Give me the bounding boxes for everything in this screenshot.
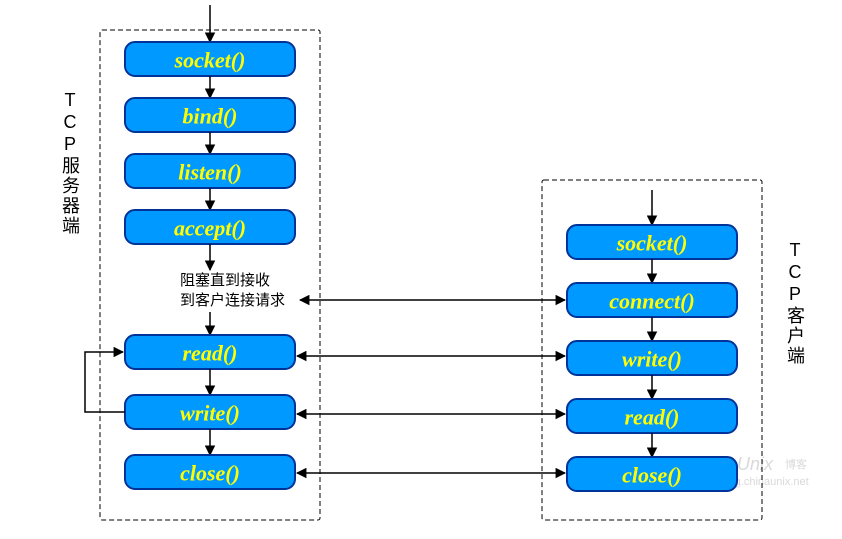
label-s-read: read() bbox=[183, 341, 238, 366]
label-c-connect: connect() bbox=[609, 289, 695, 314]
label-s-write: write() bbox=[180, 401, 240, 426]
label-c-close: close() bbox=[622, 463, 682, 488]
arrow-loop-back bbox=[85, 352, 125, 412]
label-s-close: close() bbox=[180, 461, 240, 486]
label-c-socket: socket() bbox=[616, 231, 688, 256]
note-line1: 阻塞直到接收 bbox=[180, 271, 270, 289]
watermark-sub1: 博客 bbox=[785, 457, 807, 471]
client-label: TCP客户端 bbox=[785, 240, 805, 366]
socket-flowchart: ChinaUnix 博客 blog.chinaunix.net TCP服务器端 … bbox=[0, 0, 842, 539]
note-line2: 到客户连接请求 bbox=[180, 292, 285, 309]
server-label: TCP服务器端 bbox=[60, 90, 80, 236]
label-c-write: write() bbox=[622, 347, 682, 372]
label-c-read: read() bbox=[625, 405, 680, 430]
label-s-accept: accept() bbox=[174, 216, 246, 241]
label-s-bind: bind() bbox=[183, 104, 238, 129]
label-s-socket: socket() bbox=[174, 48, 246, 73]
label-s-listen: listen() bbox=[178, 160, 242, 185]
